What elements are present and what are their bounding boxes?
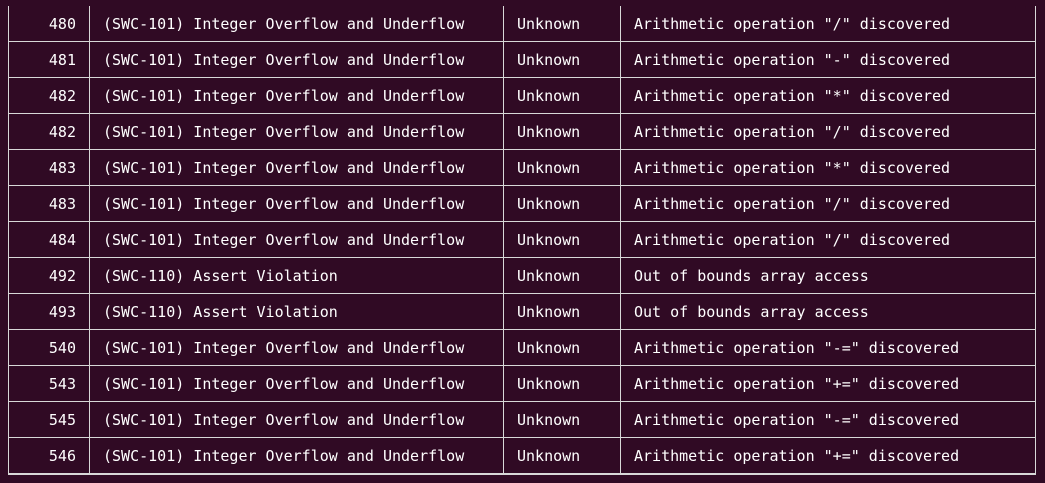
line-number-cell: 484 <box>9 222 90 257</box>
description-cell: Arithmetic operation "-" discovered <box>634 51 951 69</box>
table-row: 543 (SWC-101) Integer Overflow and Under… <box>9 366 1035 402</box>
line-number-cell: 545 <box>9 402 90 437</box>
description-cell: Arithmetic operation "*" discovered <box>634 159 951 177</box>
swc-title-cell: (SWC-101) Integer Overflow and Underflow <box>90 222 504 257</box>
description-cell: Arithmetic operation "/" discovered <box>634 231 951 249</box>
swc-title-cell: (SWC-101) Integer Overflow and Underflow <box>90 330 504 365</box>
severity-cell: Unknown <box>504 6 621 41</box>
table-row: 480 (SWC-101) Integer Overflow and Under… <box>9 6 1035 42</box>
severity-cell: Unknown <box>504 222 621 257</box>
swc-title-cell: (SWC-110) Assert Violation <box>90 258 504 293</box>
line-number-cell: 492 <box>9 258 90 293</box>
table-row: 545 (SWC-101) Integer Overflow and Under… <box>9 402 1035 438</box>
description-cell: Arithmetic operation "-=" discovered <box>634 339 960 357</box>
description-cell: Arithmetic operation "+=" discovered <box>634 375 960 393</box>
table-row: 546 (SWC-101) Integer Overflow and Under… <box>9 438 1035 474</box>
description-cell: Out of bounds array access <box>634 303 869 321</box>
line-number-cell: 483 <box>9 186 90 221</box>
line-number-cell: 481 <box>9 42 90 77</box>
swc-title-cell: (SWC-101) Integer Overflow and Underflow <box>90 366 504 401</box>
terminal-window[interactable]: 480 (SWC-101) Integer Overflow and Under… <box>0 0 1045 483</box>
swc-title-cell: (SWC-110) Assert Violation <box>90 294 504 329</box>
table-row: 540 (SWC-101) Integer Overflow and Under… <box>9 330 1035 366</box>
table-row: 481 (SWC-101) Integer Overflow and Under… <box>9 42 1035 78</box>
table-row: 492 (SWC-110) Assert Violation Unknown O… <box>9 258 1035 294</box>
description-cell: Arithmetic operation "/" discovered <box>634 123 951 141</box>
description-cell: Out of bounds array access <box>634 267 869 285</box>
severity-cell: Unknown <box>504 114 621 149</box>
description-cell: Arithmetic operation "/" discovered <box>634 195 951 213</box>
table-row: 493 (SWC-110) Assert Violation Unknown O… <box>9 294 1035 330</box>
severity-cell: Unknown <box>504 78 621 113</box>
line-number-cell: 482 <box>9 114 90 149</box>
swc-title-cell: (SWC-101) Integer Overflow and Underflow <box>90 78 504 113</box>
severity-cell: Unknown <box>504 438 621 473</box>
severity-cell: Unknown <box>504 42 621 77</box>
description-cell: Arithmetic operation "*" discovered <box>634 87 951 105</box>
table-row: 483 (SWC-101) Integer Overflow and Under… <box>9 150 1035 186</box>
table-row: 482 (SWC-101) Integer Overflow and Under… <box>9 114 1035 150</box>
table-row: 484 (SWC-101) Integer Overflow and Under… <box>9 222 1035 258</box>
line-number-cell: 480 <box>9 6 90 41</box>
swc-title-cell: (SWC-101) Integer Overflow and Underflow <box>90 150 504 185</box>
severity-cell: Unknown <box>504 294 621 329</box>
severity-cell: Unknown <box>504 258 621 293</box>
swc-title-cell: (SWC-101) Integer Overflow and Underflow <box>90 186 504 221</box>
table-row: 483 (SWC-101) Integer Overflow and Under… <box>9 186 1035 222</box>
description-cell: Arithmetic operation "+=" discovered <box>634 447 960 465</box>
swc-title-cell: (SWC-101) Integer Overflow and Underflow <box>90 6 504 41</box>
severity-cell: Unknown <box>504 366 621 401</box>
swc-title-cell: (SWC-101) Integer Overflow and Underflow <box>90 42 504 77</box>
line-number-cell: 546 <box>9 438 90 473</box>
severity-cell: Unknown <box>504 186 621 221</box>
line-number-cell: 482 <box>9 78 90 113</box>
severity-cell: Unknown <box>504 150 621 185</box>
line-number-cell: 493 <box>9 294 90 329</box>
line-number-cell: 540 <box>9 330 90 365</box>
line-number-cell: 543 <box>9 366 90 401</box>
table-bottom-border <box>8 474 1036 475</box>
severity-cell: Unknown <box>504 402 621 437</box>
swc-title-cell: (SWC-101) Integer Overflow and Underflow <box>90 438 504 473</box>
description-cell: Arithmetic operation "-=" discovered <box>634 411 960 429</box>
table-row: 482 (SWC-101) Integer Overflow and Under… <box>9 78 1035 114</box>
swc-title-cell: (SWC-101) Integer Overflow and Underflow <box>90 402 504 437</box>
issues-table: 480 (SWC-101) Integer Overflow and Under… <box>8 6 1036 474</box>
line-number-cell: 483 <box>9 150 90 185</box>
severity-cell: Unknown <box>504 330 621 365</box>
description-cell: Arithmetic operation "/" discovered <box>634 15 951 33</box>
swc-title-cell: (SWC-101) Integer Overflow and Underflow <box>90 114 504 149</box>
